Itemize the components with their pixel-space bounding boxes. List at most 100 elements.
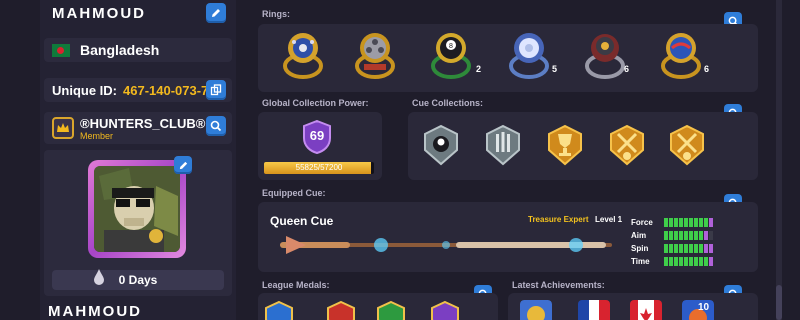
stat-segment — [694, 244, 698, 253]
ring-count-eight-ball: 2 — [476, 64, 482, 74]
days-label: 0 Days — [118, 273, 158, 287]
stat-segment — [699, 257, 703, 266]
edit-avatar-button[interactable] — [174, 156, 192, 174]
cue-collections-label: Cue Collections: — [412, 98, 484, 108]
collection-crossed-swords-2-icon[interactable] — [608, 124, 646, 166]
country-row: Bangladesh — [44, 38, 232, 62]
stat-segment — [694, 257, 698, 266]
stat-segment — [709, 218, 713, 227]
stat-segment — [664, 257, 668, 266]
stat-segment — [704, 218, 708, 227]
ring-planet-icon[interactable] — [658, 30, 704, 80]
stat-segment — [669, 257, 673, 266]
queen-cue-image[interactable] — [276, 230, 616, 260]
country-name: Bangladesh — [80, 42, 160, 58]
stat-spin-bar — [664, 244, 713, 253]
skeleton-avatar-icon — [94, 166, 180, 252]
achievement-gold-laurel-icon[interactable] — [520, 300, 552, 320]
avatar-frame[interactable] — [88, 160, 186, 258]
league-medals-label: League Medals: — [262, 280, 330, 290]
stat-segment — [679, 218, 683, 227]
scrollbar-track[interactable] — [776, 0, 782, 320]
stat-segment — [689, 231, 693, 240]
stat-segment — [684, 244, 688, 253]
achievement-count: 10 — [698, 302, 710, 313]
bangladesh-flag-icon — [52, 43, 70, 57]
edit-name-button[interactable] — [206, 3, 226, 23]
stat-segment — [694, 231, 698, 240]
global-power-progress-text: 55825/57200 — [295, 163, 343, 172]
stat-segment — [689, 244, 693, 253]
ring-cue-ball-icon[interactable] — [506, 30, 552, 80]
club-name: ®HUNTERS_CLUB® — [80, 115, 206, 131]
stat-force-bar — [664, 218, 713, 227]
collection-trophy-icon[interactable] — [546, 124, 584, 166]
stat-segment — [674, 231, 678, 240]
stat-segment — [704, 257, 708, 266]
stat-time-label: Time — [631, 257, 650, 266]
club-search-button[interactable] — [206, 116, 226, 136]
stat-segment — [709, 257, 713, 266]
league-medal-purple-icon[interactable] — [430, 300, 460, 320]
stat-segment — [704, 244, 708, 253]
stat-segment — [674, 244, 678, 253]
stat-segment — [709, 231, 713, 240]
days-counter: 0 Days — [52, 270, 224, 290]
player-name: MAHMOUD — [52, 5, 146, 22]
ring-blue-gold-icon[interactable] — [280, 30, 326, 80]
stat-segment — [684, 218, 688, 227]
stat-segment — [699, 231, 703, 240]
league-medal-blue-icon[interactable] — [264, 300, 294, 320]
stat-segment — [664, 231, 668, 240]
stat-segment — [664, 218, 668, 227]
pencil-icon — [179, 161, 187, 169]
svg-text:8: 8 — [449, 43, 453, 50]
stat-aim-label: Aim — [631, 231, 647, 240]
stat-segment — [664, 244, 668, 253]
ring-eight-ball-icon[interactable]: 8 — [428, 30, 474, 80]
stat-force-label: Force — [631, 218, 653, 227]
ring-count-cue-ball: 5 — [552, 64, 558, 74]
club-row[interactable]: ®HUNTERS_CLUB® Member — [44, 112, 232, 144]
copy-id-button[interactable] — [206, 80, 226, 100]
drop-icon — [94, 269, 104, 285]
stat-segment — [689, 218, 693, 227]
league-medal-green-icon[interactable] — [376, 300, 406, 320]
club-crown-icon — [52, 117, 74, 139]
stat-aim-bar — [664, 231, 713, 240]
ring-film-reel-icon[interactable] — [352, 30, 398, 80]
global-power-label: Global Collection Power: — [262, 98, 369, 108]
ring-count-planet: 6 — [704, 64, 710, 74]
search-icon — [210, 120, 222, 132]
cue-name: Queen Cue — [270, 214, 334, 228]
player-name-footer: MAHMOUD — [48, 303, 142, 320]
copy-icon — [210, 84, 222, 96]
collection-crossed-swords-3-icon[interactable] — [668, 124, 706, 166]
cue-tag: Treasure Expert — [528, 215, 589, 224]
unique-id-row: Unique ID: 467-140-073-7 — [44, 78, 232, 102]
stat-spin-label: Spin — [631, 244, 649, 253]
stat-segment — [679, 244, 683, 253]
stat-segment — [679, 231, 683, 240]
unique-id-label: Unique ID: — [52, 82, 117, 98]
unique-id-value: 467-140-073-7 — [123, 82, 209, 98]
stat-segment — [669, 244, 673, 253]
stat-segment — [674, 218, 678, 227]
stat-segment — [699, 218, 703, 227]
profile-screen: MAHMOUD Bangladesh Unique ID: 467-140-07… — [0, 0, 800, 320]
avatar — [94, 166, 180, 252]
achievement-canada-flag-icon[interactable] — [630, 300, 662, 320]
collection-eight-ball-icon[interactable] — [422, 124, 460, 166]
stat-segment — [709, 244, 713, 253]
achievement-france-flag-icon[interactable] — [578, 300, 610, 320]
stat-segment — [699, 244, 703, 253]
collection-bars-icon[interactable] — [484, 124, 522, 166]
stat-segment — [689, 257, 693, 266]
stat-segment — [704, 231, 708, 240]
stat-segment — [669, 218, 673, 227]
stat-time-bar — [664, 257, 713, 266]
ring-globe-icon[interactable] — [582, 30, 628, 80]
league-medal-red-icon[interactable] — [326, 300, 356, 320]
scrollbar-thumb[interactable] — [776, 285, 782, 320]
equipped-cue-label: Equipped Cue: — [262, 188, 326, 198]
